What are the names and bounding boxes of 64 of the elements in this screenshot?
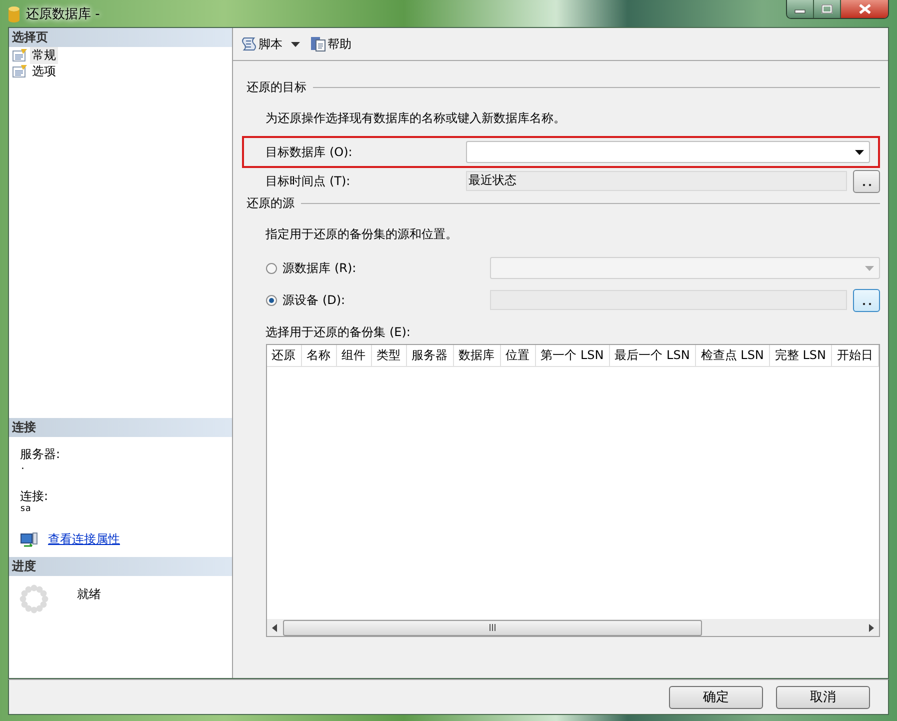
grip-icon xyxy=(489,624,496,631)
close-button[interactable] xyxy=(841,0,888,18)
page-icon xyxy=(12,48,28,62)
column-header[interactable]: 最后一个 LSN xyxy=(610,345,696,366)
field-label: 目标数据库 (O): xyxy=(266,144,354,160)
database-icon xyxy=(8,4,20,22)
radio-button[interactable] xyxy=(266,294,277,306)
dialog-button[interactable]: 确定 xyxy=(669,686,763,708)
scroll-left-icon xyxy=(272,624,277,632)
radio-label[interactable]: 源数据库 (R): xyxy=(282,260,356,276)
radio-label[interactable]: 源设备 (D): xyxy=(282,292,346,308)
script-button[interactable]: 脚本 xyxy=(238,36,285,52)
column-header[interactable]: 第一个 LSN xyxy=(536,345,610,366)
column-header[interactable]: 组件 xyxy=(336,345,372,366)
dropdown-field[interactable] xyxy=(490,257,880,279)
column-header[interactable]: 类型 xyxy=(372,345,407,366)
browse-button[interactable] xyxy=(853,288,880,312)
maximize-button[interactable] xyxy=(814,0,841,18)
table-label: 选择用于还原的备份集 (E): xyxy=(266,324,412,341)
text-field[interactable] xyxy=(490,290,847,310)
connection-properties-link[interactable]: 查看连接属性 xyxy=(48,531,120,548)
hint-text: 为还原操作选择现有数据库的名称或键入新数据库名称。 xyxy=(266,110,567,126)
spinner-icon xyxy=(19,584,49,614)
close-icon xyxy=(858,4,872,14)
sidebar-item[interactable]: 选项 xyxy=(9,63,58,79)
group-title: 还原的源 xyxy=(246,194,295,212)
dropdown-field[interactable] xyxy=(466,141,870,163)
column-header[interactable]: 数据库 xyxy=(454,345,501,366)
section-header: 进度 xyxy=(9,557,232,576)
column-header[interactable]: 检查点 LSN xyxy=(696,345,770,366)
section-header: 连接 xyxy=(9,418,232,437)
help-button[interactable]: 帮助 xyxy=(308,36,354,52)
scroll-icon xyxy=(240,36,257,52)
column-header[interactable]: 开始日 xyxy=(832,345,879,366)
computer-icon xyxy=(20,532,38,548)
dialog-button[interactable]: 取消 xyxy=(776,686,870,708)
browse-button[interactable] xyxy=(853,170,880,192)
column-header[interactable]: 还原 xyxy=(266,345,302,366)
radio-button[interactable] xyxy=(266,262,277,274)
scroll-right-icon xyxy=(869,624,874,632)
caret-icon xyxy=(865,266,874,270)
page-icon xyxy=(12,64,28,78)
field-value: . xyxy=(20,462,26,472)
document-icon xyxy=(310,36,326,52)
maximize-icon xyxy=(821,4,833,14)
scroll-thumb[interactable] xyxy=(282,620,702,636)
column-header[interactable]: 服务器 xyxy=(406,345,454,366)
minimize-button[interactable] xyxy=(787,0,814,18)
caret-icon xyxy=(855,150,864,154)
hint-text: 指定用于还原的备份集的源和位置。 xyxy=(266,226,459,242)
text-field[interactable]: 最近状态 xyxy=(466,171,847,191)
field-label: 服务器: xyxy=(20,447,62,462)
field-label: 目标时间点 (T): xyxy=(266,172,352,190)
column-header[interactable]: 位置 xyxy=(500,345,536,366)
caret-icon xyxy=(290,42,300,46)
field-value: sa xyxy=(20,504,31,514)
column-header[interactable]: 名称 xyxy=(302,345,337,366)
group-title: 还原的目标 xyxy=(246,78,307,96)
section-header: 选择页 xyxy=(9,28,232,47)
column-header[interactable]: 完整 LSN xyxy=(770,345,832,366)
status-text: 就绪 xyxy=(77,586,101,603)
field-label: 连接: xyxy=(20,489,50,504)
scrollbar[interactable] xyxy=(266,619,879,636)
window-title: 还原数据库 - xyxy=(26,6,100,22)
